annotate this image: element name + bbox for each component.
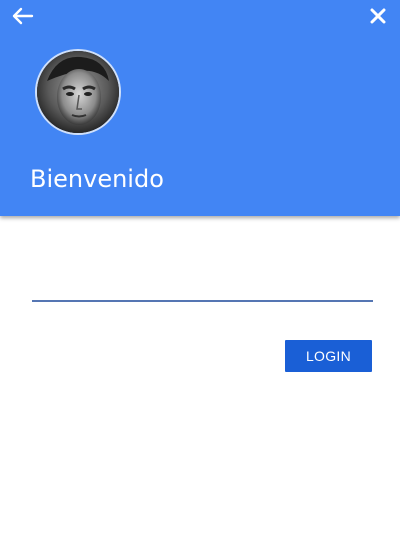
- welcome-heading: Bienvenido: [30, 165, 164, 193]
- login-button[interactable]: LOGIN: [285, 340, 372, 372]
- close-button[interactable]: [364, 4, 392, 28]
- profile-photo: [37, 51, 119, 133]
- arrow-left-icon: [12, 7, 34, 25]
- login-field-wrapper: [32, 262, 373, 302]
- avatar: [35, 49, 121, 135]
- login-input[interactable]: [32, 262, 373, 302]
- back-button[interactable]: [8, 4, 36, 28]
- app-header: Bienvenido: [0, 0, 400, 216]
- close-icon: [370, 8, 386, 24]
